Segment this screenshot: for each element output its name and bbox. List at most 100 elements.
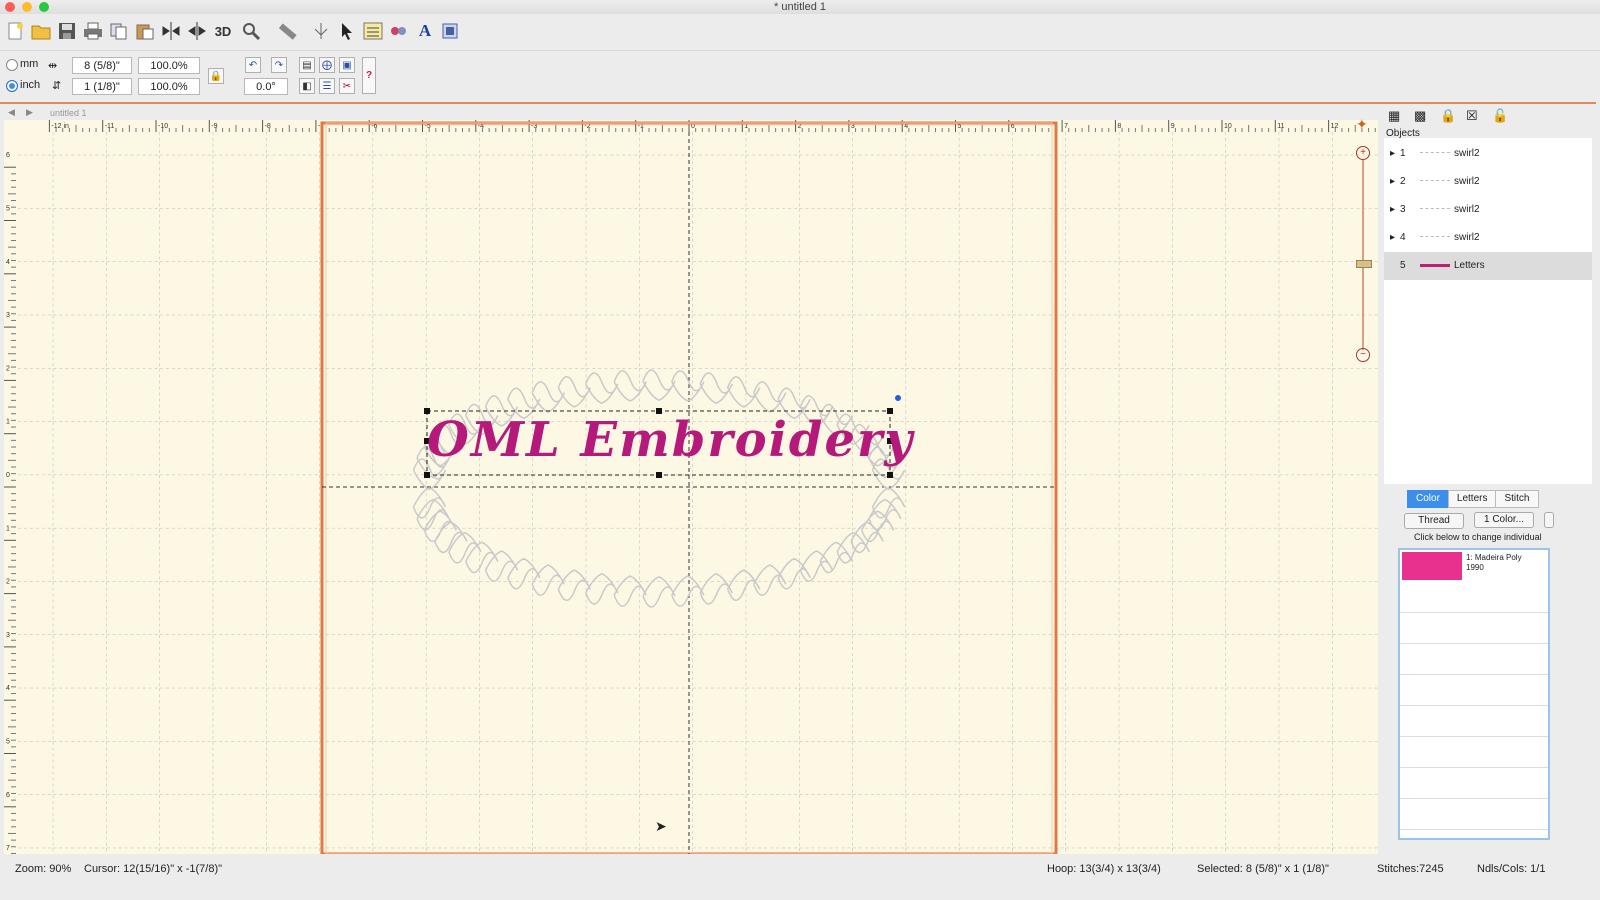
open-folder-icon[interactable] [30,20,52,42]
ruler-top-label: -11 [105,123,115,130]
thread-swatch[interactable] [1402,552,1462,580]
group-icon[interactable]: ▦ [1388,108,1406,126]
rotate-left-icon[interactable]: ↶ [245,57,261,73]
swirl-thumbnail [1420,180,1450,184]
width-field[interactable]: 8 (5/8)" [72,57,132,74]
unit-mm-radio[interactable] [6,59,18,71]
layout-icon[interactable] [440,20,462,42]
ruler-left-label: 0 [6,472,10,479]
3d-view-button[interactable]: 3D [212,20,234,42]
ruler-left-label: 1 [6,525,10,532]
color-button[interactable]: 1 Color... [1474,512,1534,528]
ruler-top-label: 11 [1277,123,1284,130]
ruler-top-label: -9 [211,123,217,130]
height-field[interactable]: 1 (1/8)" [72,78,132,95]
lock-icon[interactable]: 🔒 [1440,108,1458,126]
object-row[interactable]: ▸ 2 swirl2 [1384,168,1592,196]
rotate-right-icon[interactable]: ↷ [271,57,287,73]
zoom-slider-track[interactable] [1362,160,1364,350]
ruler-top-label: 10 [1224,123,1232,130]
delete-object-icon[interactable]: ☒ [1466,108,1484,126]
ruler-top-label: 7 [1064,123,1068,130]
zoom-icon[interactable] [240,20,262,42]
height-scale-field[interactable]: 100.0% [138,78,200,95]
thread-label-line2: 1990 [1466,563,1484,572]
tab-letters[interactable]: Letters [1447,490,1497,508]
unit-inch-radio[interactable] [6,80,18,92]
new-file-icon[interactable] [4,20,26,42]
align-top-icon[interactable]: ▤ [299,57,315,73]
objects-list: ▸ 1 swirl2 ▸ 2 swirl2 ▸ 3 swirl2 ▸ 4 swirl2 5 Let… [1384,138,1592,484]
ruler-top-label: -8 [265,123,271,130]
thread-button[interactable]: Thread [1404,513,1464,529]
thread-empty-rows [1400,582,1548,838]
text-tool-icon[interactable]: A [414,20,436,42]
ruler-left-label: 2 [6,365,10,372]
ruler-left-label: 2 [6,579,10,586]
thread-label-line1: 1: Madeira Poly [1466,553,1522,562]
height-arrow-icon: ⇵ [52,80,62,92]
expand-icon[interactable]: ▸ [1390,168,1395,196]
ruler-left-label: 6 [6,152,10,159]
unlock-icon[interactable]: 🔓 [1492,108,1510,126]
toolbar-divider [0,102,1596,104]
design-canvas[interactable]: -12 in -11 -10 -9 -8 -7 -6 -5 -4 -3 -2 -1 0 1 2 3 4 5 6 7 8 9… [4,106,1378,854]
ruler-icon[interactable] [276,20,298,42]
needle-icon[interactable]: ? [362,57,376,94]
expand-icon[interactable]: ▸ [1390,196,1395,224]
ungroup-icon[interactable]: ▩ [1414,108,1432,126]
ruler-top-label: -12 in [51,123,69,130]
swirl-thumbnail [1420,152,1450,156]
pointer-icon[interactable] [336,20,358,42]
mirror-horizontal-icon[interactable] [160,20,182,42]
rotation-field[interactable]: 0.0° [244,78,288,95]
thread-row[interactable]: 1: Madeira Poly 1990 [1400,550,1548,582]
object-row[interactable]: ▸ 3 swirl2 [1384,196,1592,224]
save-icon[interactable] [56,20,78,42]
ruler-top-label: 8 [1117,123,1121,130]
expand-icon[interactable]: ▸ [1390,140,1395,168]
status-cursor: Cursor: 12(15/16)" x -1(7/8)" [84,863,223,875]
tab-stitch[interactable]: Stitch [1495,490,1539,508]
copy-icon[interactable] [108,20,130,42]
mirror-vertical-icon[interactable] [186,20,208,42]
embroidery-text[interactable]: OML Embroidery [427,398,912,482]
zoom-in-icon[interactable]: + [1356,146,1370,160]
unit-inch-label: inch [20,79,41,91]
ruler-left-label: 3 [6,312,10,319]
color-stitch-icon[interactable] [388,20,410,42]
align-list-icon[interactable]: ☰ [319,78,335,94]
more-button[interactable] [1544,512,1554,528]
scroll-left-icon[interactable]: ◀ [8,107,15,118]
object-row[interactable]: ▸ 1 swirl2 [1384,140,1592,168]
ruler-top-label: -10 [158,123,168,130]
center-hoop-icon[interactable]: ▣ [339,57,355,73]
ruler-left-label: 5 [6,206,10,213]
objects-toolbar: ▦ ▩ 🔒 ☒ 🔓 [1388,108,1510,126]
scroll-right-icon[interactable]: ▶ [26,107,33,118]
split-icon[interactable]: ✂ [339,78,355,94]
status-bar: Zoom: 90% Cursor: 12(15/16)" x -1(7/8)" … [0,858,1600,880]
object-row-selected[interactable]: 5 Letters [1384,252,1592,280]
expand-icon[interactable]: ▸ [1390,224,1395,252]
print-icon[interactable] [82,20,104,42]
ruler-left-label: 1 [6,419,10,426]
tab-color[interactable]: Color [1407,490,1449,508]
status-hoop: Hoop: 13(3/4) x 13(3/4) [1047,863,1161,875]
ruler-top-label: 9 [1171,123,1175,130]
center-icon[interactable]: ⨁ [319,57,335,73]
zoom-slider-thumb[interactable] [1356,260,1372,268]
object-row[interactable]: ▸ 4 swirl2 [1384,224,1592,252]
align-left-icon[interactable]: ◧ [299,78,315,94]
document-tab[interactable]: untitled 1 [50,106,87,120]
ruler-left-label: 3 [6,632,10,639]
lock-aspect-icon[interactable]: 🔒 [208,68,224,84]
unit-mm-label: mm [20,58,39,70]
grid-icon[interactable] [362,20,384,42]
zoom-out-icon[interactable]: − [1356,348,1370,362]
width-scale-field[interactable]: 100.0% [138,57,200,74]
paste-icon[interactable] [134,20,156,42]
main-toolbar: 3D A [0,14,1600,50]
stitch-point-icon[interactable] [310,20,332,42]
swirl-thumbnail [1420,236,1450,240]
